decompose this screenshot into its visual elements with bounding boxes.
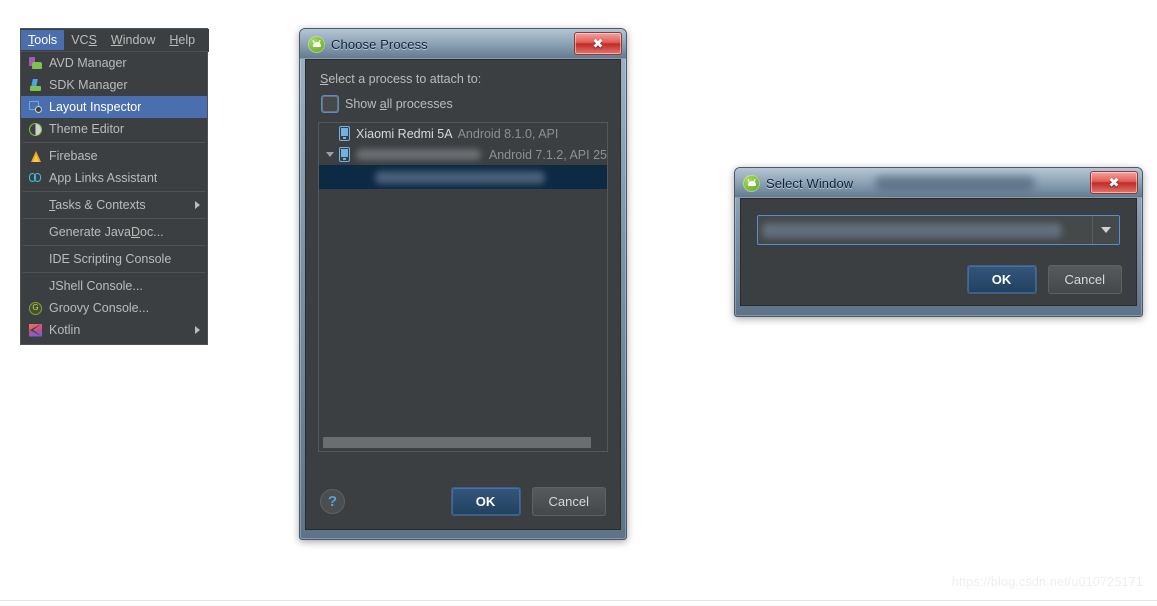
layout-inspector-icon (27, 99, 44, 115)
menu-item-layout-inspector[interactable]: Layout Inspector (21, 96, 207, 118)
ok-button[interactable]: OK (450, 486, 521, 516)
window-select-combobox[interactable] (757, 215, 1120, 245)
select-process-prompt: Select a process to attach to: (320, 72, 482, 86)
watermark: https://blog.csdn.net/u010725171 (951, 575, 1143, 589)
android-studio-icon (743, 174, 760, 192)
show-all-processes-label: Show all processes (345, 97, 453, 111)
firebase-icon (27, 148, 44, 164)
menubar-item-window[interactable]: Window (104, 30, 162, 50)
choose-process-footer: ? OK Cancel (306, 473, 620, 529)
menu-separator-4 (23, 245, 205, 246)
dialog-title: Choose Process (331, 36, 428, 52)
menu-item-tasks-and-contexts[interactable]: Tasks & Contexts (21, 194, 207, 216)
app-links-icon (27, 170, 44, 186)
device-name: Xiaomi Redmi 5A (356, 126, 453, 141)
redacted-title-suffix (875, 176, 1035, 190)
menu-separator-5 (23, 272, 205, 273)
menu-item-generate-javadoc[interactable]: Generate JavaDoc... (21, 221, 207, 243)
dialog-title: Select Window (766, 175, 854, 191)
show-all-processes-row[interactable]: Show all processes (322, 96, 608, 112)
choose-process-dialog: Choose Process ✖ Select a process to att… (299, 28, 627, 540)
menu-separator-1 (23, 142, 205, 143)
close-button[interactable]: ✖ (1090, 171, 1138, 194)
select-window-dialog: Select Window ✖ OK Cancel (734, 167, 1143, 317)
redacted-device-name (356, 149, 481, 160)
choose-process-body: Select a process to attach to: Show all … (305, 59, 621, 530)
device-icon (339, 147, 350, 162)
choose-process-titlebar[interactable]: Choose Process ✖ (300, 29, 626, 59)
android-studio-icon (308, 35, 325, 53)
table-row[interactable]: Android 7.1.2, API 25 (319, 144, 607, 165)
menu-item-label: Kotlin (49, 323, 81, 337)
table-row[interactable] (319, 165, 607, 189)
menu-item-label: App Links Assistant (49, 171, 158, 185)
tools-menu-panel: Tools VCS Window Help AVD Manager SDK Ma… (20, 28, 209, 345)
menu-item-label: Tasks & Contexts (49, 198, 146, 212)
help-button[interactable]: ? (320, 488, 345, 514)
sdk-manager-icon (27, 77, 44, 93)
menu-item-firebase[interactable]: Firebase (21, 145, 207, 167)
table-row[interactable]: Xiaomi Redmi 5A Android 8.1.0, API (319, 123, 607, 144)
process-list[interactable]: Xiaomi Redmi 5A Android 8.1.0, API Andro… (318, 122, 608, 452)
menubar-item-help[interactable]: Help (162, 30, 202, 50)
menubar-item-tools[interactable]: Tools (21, 30, 65, 50)
close-icon: ✖ (592, 35, 604, 51)
menu-item-label: AVD Manager (49, 56, 127, 70)
menu-item-theme-editor[interactable]: Theme Editor (21, 118, 207, 140)
device-icon (339, 126, 350, 141)
ok-button[interactable]: OK (966, 265, 1037, 294)
menu-item-sdk-manager[interactable]: SDK Manager (21, 74, 207, 96)
cancel-button[interactable]: Cancel (531, 486, 606, 516)
theme-editor-icon (27, 121, 44, 137)
help-icon: ? (327, 492, 338, 510)
select-window-titlebar[interactable]: Select Window ✖ (735, 168, 1142, 198)
tools-dropdown: AVD Manager SDK Manager Layout Inspector… (21, 51, 207, 341)
groovy-icon: G (27, 300, 44, 316)
menubar-tools-rest: ools (34, 33, 58, 47)
combobox-value (758, 216, 1092, 244)
menu-item-label: Layout Inspector (49, 100, 142, 114)
menu-item-avd-manager[interactable]: AVD Manager (21, 52, 207, 74)
chevron-right-icon (195, 201, 200, 209)
cancel-button[interactable]: Cancel (1047, 265, 1122, 294)
menu-item-label: Firebase (49, 149, 98, 163)
close-icon: ✖ (1108, 174, 1120, 190)
menu-item-label: Theme Editor (49, 122, 125, 136)
chevron-down-icon[interactable] (1092, 216, 1119, 244)
menu-item-label: Generate JavaDoc... (49, 225, 164, 239)
select-window-body: OK Cancel (740, 198, 1137, 306)
menu-item-label: IDE Scripting Console (49, 252, 172, 266)
menu-bar: Tools VCS Window Help (21, 29, 209, 52)
select-window-footer: OK Cancel (966, 265, 1122, 294)
kotlin-icon (27, 322, 44, 338)
menu-item-label: JShell Console... (49, 279, 143, 293)
device-meta: Android 7.1.2, API 25 (488, 147, 607, 162)
menu-item-label: Groovy Console... (49, 301, 150, 315)
menu-item-kotlin[interactable]: Kotlin (21, 319, 207, 341)
close-button[interactable]: ✖ (574, 32, 622, 55)
horizontal-scrollbar[interactable] (323, 437, 591, 448)
page-bottom-divider (0, 600, 1157, 601)
expand-twisty-icon[interactable] (323, 152, 337, 157)
avd-manager-icon (27, 55, 44, 71)
menu-item-jshell-console[interactable]: JShell Console... (21, 275, 207, 297)
menu-item-groovy-console[interactable]: G Groovy Console... (21, 297, 207, 319)
menubar-item-vcs[interactable]: VCS (64, 30, 104, 50)
device-meta: Android 8.1.0, API (457, 126, 559, 141)
redacted-combobox-value (762, 223, 1062, 238)
redacted-process-name (375, 170, 545, 184)
menu-item-ide-scripting-console[interactable]: IDE Scripting Console (21, 248, 207, 270)
menu-item-label: SDK Manager (49, 78, 128, 92)
menu-item-app-links-assistant[interactable]: App Links Assistant (21, 167, 207, 189)
chevron-right-icon (195, 326, 200, 334)
menu-separator-3 (23, 218, 205, 219)
show-all-processes-checkbox[interactable] (322, 96, 338, 112)
menu-separator-2 (23, 191, 205, 192)
